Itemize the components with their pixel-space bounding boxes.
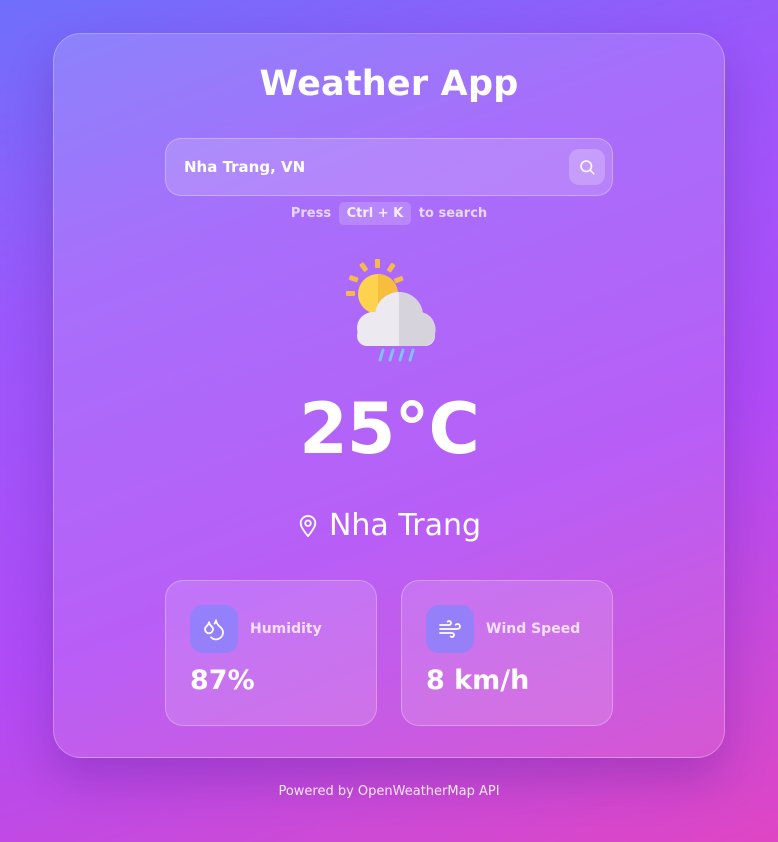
- search-button[interactable]: [569, 149, 605, 185]
- keyboard-shortcut: Ctrl + K: [338, 202, 412, 225]
- sun-cloud-rain-icon: [346, 259, 436, 362]
- wind-value: 8 km/h: [426, 665, 530, 696]
- wind-card: Wind Speed 8 km/h: [401, 580, 613, 726]
- map-pin-icon: [299, 514, 317, 537]
- humidity-label: Humidity: [250, 621, 322, 637]
- droplets-icon: [204, 619, 224, 641]
- app-title: Weather App: [259, 64, 519, 104]
- humidity-value: 87%: [190, 665, 255, 696]
- hint-prefix: Press: [290, 206, 332, 221]
- wind-label: Wind Speed: [486, 621, 581, 637]
- location: Nha Trang: [54, 508, 724, 543]
- humidity-icon-box: [190, 605, 238, 653]
- weather-card: Weather App Press Ctrl + K to search: [53, 33, 725, 758]
- hint-suffix: to search: [418, 206, 488, 221]
- footer-credit: Powered by OpenWeatherMap API: [278, 784, 500, 799]
- temperature: 25°C: [299, 388, 480, 470]
- wind-icon: [439, 620, 461, 638]
- wind-icon-box: [426, 605, 474, 653]
- humidity-card: Humidity 87%: [165, 580, 377, 726]
- search-hint: Press Ctrl + K to search: [54, 202, 724, 225]
- search-bar: [165, 138, 613, 196]
- search-icon: [580, 160, 595, 175]
- location-name: Nha Trang: [328, 508, 482, 543]
- search-input[interactable]: [184, 139, 554, 195]
